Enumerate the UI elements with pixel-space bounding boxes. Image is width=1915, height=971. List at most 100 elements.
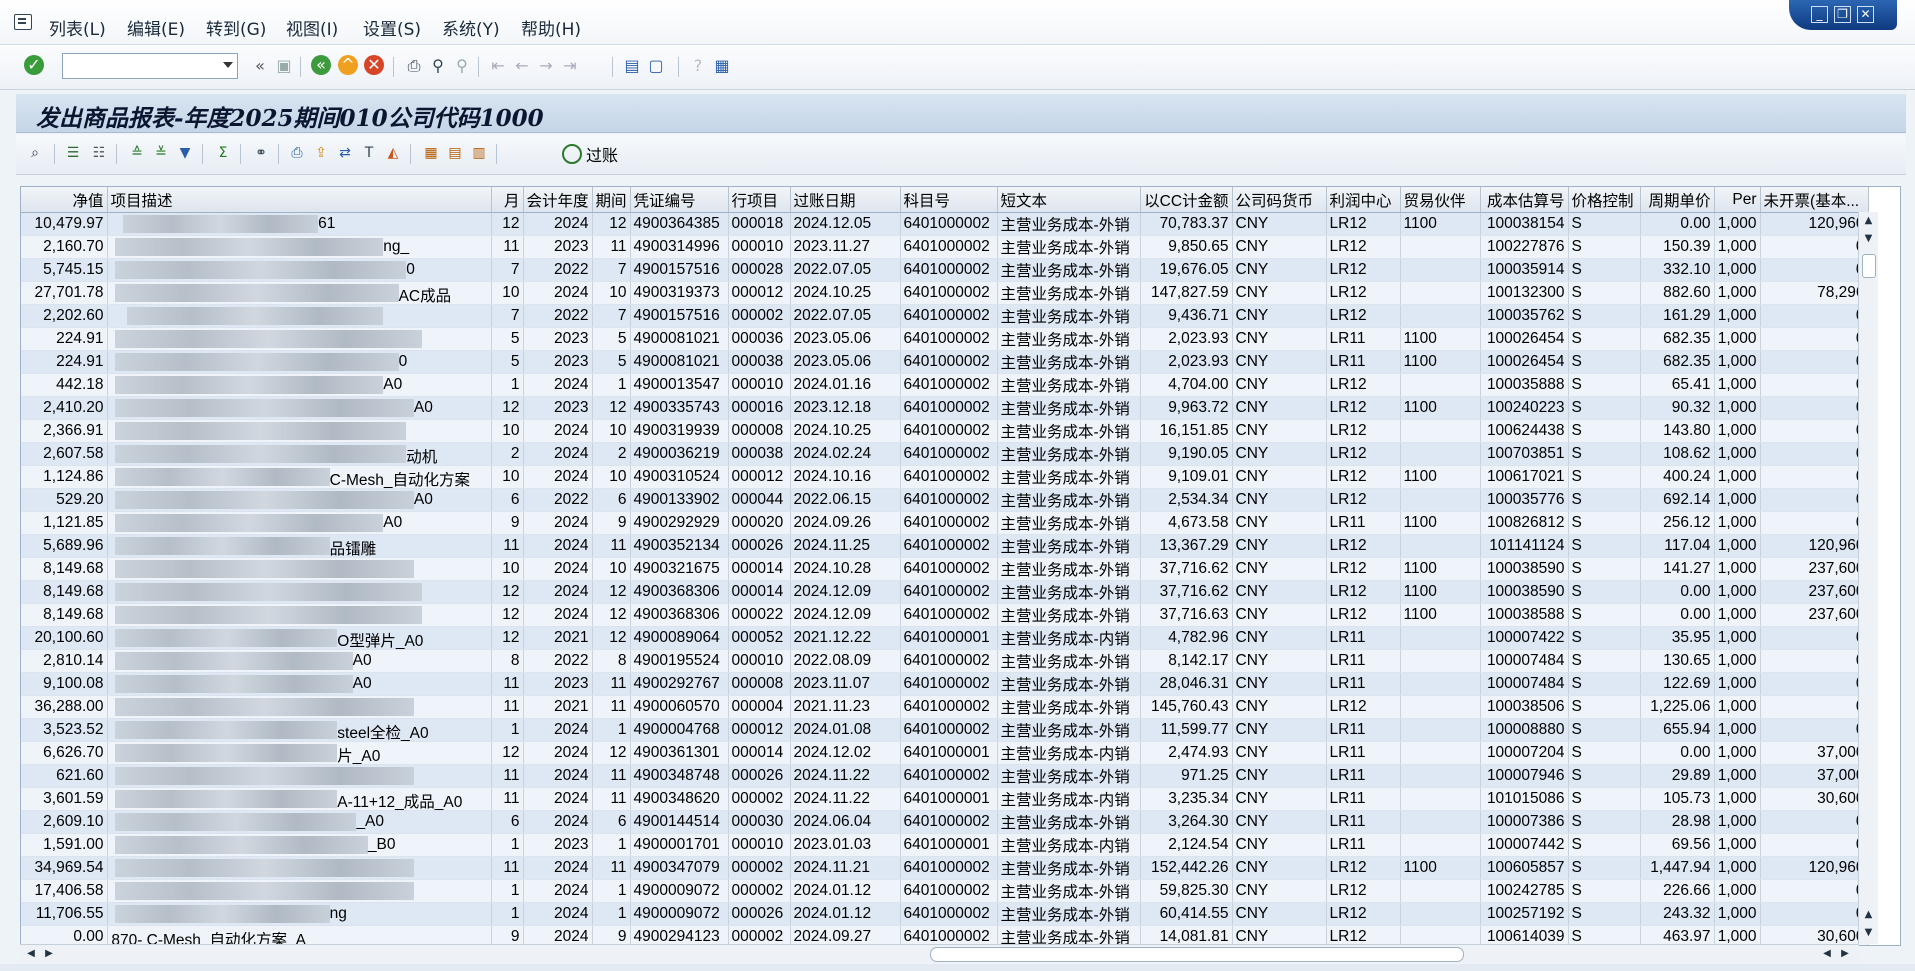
table-cell[interactable]: S <box>1568 304 1641 328</box>
table-cell[interactable]: 1 <box>592 833 631 857</box>
table-cell[interactable]: 主营业务成本-外销 <box>997 304 1141 328</box>
table-cell[interactable]: 1,000 <box>1714 833 1761 857</box>
table-cell[interactable]: S <box>1568 580 1641 604</box>
command-input[interactable] <box>63 54 221 76</box>
table-cell[interactable]: CNY <box>1232 327 1327 351</box>
table-cell[interactable]: S <box>1568 695 1641 719</box>
table-cell[interactable]: 2024.12.09 <box>790 580 901 604</box>
table-cell[interactable]: 2023.01.03 <box>790 833 901 857</box>
table-cell[interactable]: 1,000 <box>1714 281 1761 305</box>
table-cell[interactable]: 000020 <box>728 511 791 535</box>
table-cell[interactable]: 1,000 <box>1714 557 1761 581</box>
table-cell[interactable]: 0.00 <box>1640 212 1715 236</box>
table-cell[interactable]: 100007484 <box>1480 672 1569 696</box>
menu-goto[interactable]: 转到(G) <box>206 15 266 40</box>
table-cell[interactable]: _B0 <box>107 833 492 857</box>
table-row[interactable]: 8,149.68 10 2024 10 4900321675 000014 2024.10.… <box>21 557 1869 581</box>
table-cell[interactable]: 4900294123 <box>630 925 729 945</box>
table-cell[interactable]: 1,000 <box>1714 580 1761 604</box>
table-cell[interactable]: LR11 <box>1326 833 1401 857</box>
table-cell[interactable]: 621.60 <box>21 764 108 788</box>
table-cell[interactable]: 69.56 <box>1640 833 1715 857</box>
table-cell[interactable] <box>1400 764 1481 788</box>
table-cell[interactable]: 6401000002 <box>900 925 998 945</box>
table-cell[interactable]: 2023 <box>523 327 593 351</box>
table-cell[interactable]: 4900036219 <box>630 442 729 466</box>
send-icon[interactable]: ⇄ <box>334 142 356 164</box>
table-cell[interactable]: 000002 <box>728 304 791 328</box>
table-row[interactable]: 529.20 A0 6 2022 6 4900133902 000044 2022.06.15… <box>21 488 1869 512</box>
table-cell[interactable]: 692.14 <box>1640 488 1715 512</box>
column-header[interactable]: 科目号 <box>900 187 998 213</box>
table-cell[interactable]: 10 <box>592 465 631 489</box>
table-cell[interactable]: 6401000002 <box>900 258 998 282</box>
table-cell[interactable]: 1 <box>592 902 631 926</box>
table-cell[interactable]: 000010 <box>728 833 791 857</box>
table-cell[interactable]: 2022 <box>523 649 593 673</box>
table-cell[interactable]: 11 <box>491 672 524 696</box>
table-cell[interactable]: S <box>1568 649 1641 673</box>
table-cell[interactable]: 2024.01.12 <box>790 879 901 903</box>
table-cell[interactable]: 11 <box>592 764 631 788</box>
table-cell[interactable]: 161.29 <box>1640 304 1715 328</box>
table-cell[interactable]: 2 <box>592 442 631 466</box>
table-cell[interactable]: 1,000 <box>1714 626 1761 650</box>
table-cell[interactable]: CNY <box>1232 350 1327 374</box>
table-cell[interactable]: CNY <box>1232 580 1327 604</box>
table-cell[interactable]: 4900368306 <box>630 603 729 627</box>
table-cell[interactable]: 9 <box>592 511 631 535</box>
table-cell[interactable]: 2024 <box>523 718 593 742</box>
table-cell[interactable]: 主营业务成本-内销 <box>997 741 1141 765</box>
table-cell[interactable]: 000026 <box>728 902 791 926</box>
table-cell[interactable] <box>1400 879 1481 903</box>
table-cell[interactable]: 4,673.58 <box>1140 511 1233 535</box>
table-cell[interactable]: LR11 <box>1326 327 1401 351</box>
table-cell[interactable]: 4900060570 <box>630 695 729 719</box>
table-cell[interactable]: 5 <box>491 350 524 374</box>
table-cell[interactable]: 000008 <box>728 672 791 696</box>
table-cell[interactable]: 000002 <box>728 856 791 880</box>
table-cell[interactable]: 4900348620 <box>630 787 729 811</box>
table-cell[interactable]: 4900195524 <box>630 649 729 673</box>
table-cell[interactable]: 4900321675 <box>630 557 729 581</box>
table-row[interactable]: 8,149.68 12 2024 12 4900368306 000022 2024.12.… <box>21 603 1869 627</box>
table-cell[interactable]: 226.66 <box>1640 879 1715 903</box>
table-cell[interactable]: 8 <box>491 649 524 673</box>
table-row[interactable]: 2,810.14 A0 8 2022 8 4900195524 000010 2022.08.… <box>21 649 1869 673</box>
table-cell[interactable]: 3,523.52 <box>21 718 108 742</box>
table-cell[interactable]: CNY <box>1232 212 1327 236</box>
scroll-right-icon[interactable]: ▶ <box>1838 946 1852 962</box>
table-cell[interactable]: 12 <box>491 580 524 604</box>
table-cell[interactable]: LR11 <box>1326 649 1401 673</box>
table-cell[interactable]: 2023.05.06 <box>790 327 901 351</box>
table-cell[interactable]: 000026 <box>728 764 791 788</box>
table-cell[interactable] <box>1400 419 1481 443</box>
table-cell[interactable]: 主营业务成本-外销 <box>997 419 1141 443</box>
table-cell[interactable]: 105.73 <box>1640 787 1715 811</box>
menu-list[interactable]: 列表(L) <box>49 15 106 40</box>
table-cell[interactable]: 1 <box>491 833 524 857</box>
table-cell[interactable]: 400.24 <box>1640 465 1715 489</box>
table-cell[interactable]: 000014 <box>728 557 791 581</box>
graphic-icon[interactable]: ◭ <box>382 142 404 164</box>
table-cell[interactable]: 870- C-Mesh_自动化方案_A <box>107 925 492 945</box>
table-cell[interactable]: 2024 <box>523 603 593 627</box>
table-row[interactable]: 0.00 870- C-Mesh_自动化方案_A 9 2024 9 4900294123 0… <box>21 925 1869 945</box>
table-cell[interactable]: 100008880 <box>1480 718 1569 742</box>
table-cell[interactable]: 0 <box>1760 327 1869 351</box>
table-cell[interactable]: LR12 <box>1326 580 1401 604</box>
table-cell[interactable] <box>107 695 492 719</box>
table-cell[interactable]: 5 <box>592 350 631 374</box>
table-cell[interactable]: 4900144514 <box>630 810 729 834</box>
table-cell[interactable]: LR12 <box>1326 603 1401 627</box>
table-cell[interactable]: 主营业务成本-外销 <box>997 258 1141 282</box>
table-cell[interactable]: 0 <box>1760 626 1869 650</box>
table-cell[interactable]: 120,960 <box>1760 856 1869 880</box>
table-cell[interactable]: 1,000 <box>1714 442 1761 466</box>
table-cell[interactable]: 2023 <box>523 396 593 420</box>
table-cell[interactable]: 100038154 <box>1480 212 1569 236</box>
table-cell[interactable]: 000018 <box>728 212 791 236</box>
table-cell[interactable]: 100007442 <box>1480 833 1569 857</box>
table-cell[interactable]: CNY <box>1232 649 1327 673</box>
table-cell[interactable]: 主营业务成本-外销 <box>997 718 1141 742</box>
